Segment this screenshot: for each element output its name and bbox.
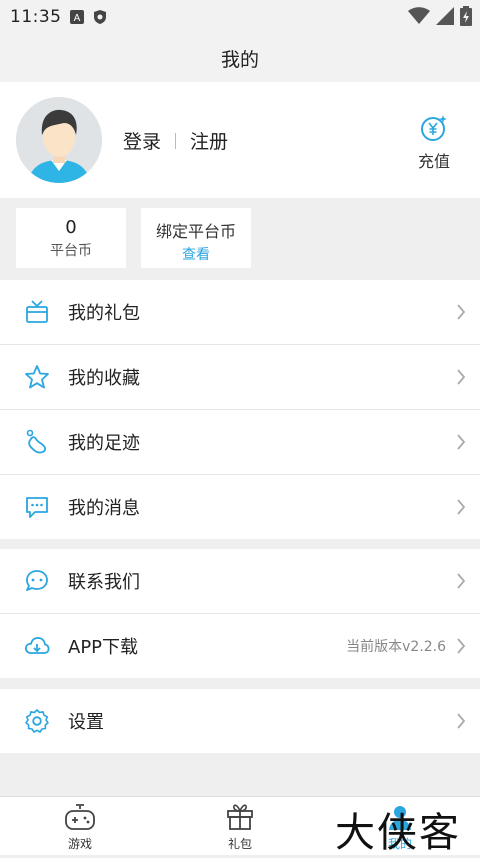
- register-link[interactable]: 注册: [190, 127, 228, 154]
- coin-label: 平台币: [50, 243, 92, 259]
- balance-cards: 0 平台币 绑定平台币 查看: [0, 198, 480, 280]
- wifi-icon: [408, 7, 430, 29]
- menu-item-footprints[interactable]: 我的足迹: [0, 410, 480, 475]
- menu-item-label: 我的足迹: [68, 433, 140, 454]
- page-title: 我的: [220, 48, 259, 71]
- menu-item-label: 我的消息: [68, 498, 140, 519]
- chevron-right-icon: [456, 573, 466, 593]
- footprint-icon: [24, 429, 50, 455]
- menu-item-label: 设置: [68, 712, 104, 733]
- menu-group-personal: 我的礼包 我的收藏 我的足迹 我的消息: [0, 280, 480, 539]
- auth-divider: [175, 132, 177, 149]
- profile-panel: 登录 注册 充值: [0, 82, 480, 198]
- cloud-download-icon: [24, 633, 50, 659]
- settings-icon: [24, 708, 50, 734]
- svg-text:A: A: [73, 13, 80, 24]
- menu-group-support: 联系我们 APP下载 当前版本v2.2.6: [0, 549, 480, 678]
- message-icon: [24, 494, 50, 520]
- chevron-right-icon: [456, 304, 466, 324]
- chevron-right-icon: [456, 638, 466, 658]
- tab-label: 礼包: [227, 837, 252, 851]
- shield-icon: [92, 9, 108, 25]
- gamepad-icon: [64, 803, 96, 835]
- star-icon: [24, 364, 50, 390]
- tab-label: 游戏: [67, 837, 92, 851]
- login-link[interactable]: 登录: [123, 127, 161, 154]
- yen-icon: [420, 115, 448, 146]
- menu-item-gifts[interactable]: 我的礼包: [0, 280, 480, 345]
- gift-icon: [24, 299, 50, 325]
- auth-links: 登录 注册: [123, 127, 228, 154]
- a-icon: A: [69, 10, 84, 24]
- avatar[interactable]: [16, 97, 102, 183]
- bind-coin-view-link[interactable]: 查看: [141, 244, 251, 264]
- chat-icon: [24, 568, 50, 594]
- menu-item-favorites[interactable]: 我的收藏: [0, 345, 480, 410]
- chevron-right-icon: [456, 434, 466, 454]
- avatar-illustration: [16, 97, 102, 183]
- recharge-button[interactable]: 充值: [412, 114, 456, 172]
- status-time: 11:35: [10, 7, 62, 27]
- chevron-right-icon: [456, 713, 466, 733]
- menu-item-label: 我的礼包: [68, 303, 140, 324]
- bind-coin-label: 绑定平台币: [155, 222, 236, 241]
- page-header: 我的: [0, 34, 480, 82]
- menu-group-settings: 设置: [0, 689, 480, 753]
- status-bar: 11:35 A: [0, 0, 480, 34]
- bind-coin-card[interactable]: 绑定平台币 查看: [141, 208, 251, 268]
- menu-item-settings[interactable]: 设置: [0, 689, 480, 753]
- app-version-text: 当前版本v2.2.6: [346, 639, 446, 655]
- gift-icon: [224, 803, 256, 835]
- chevron-right-icon: [456, 369, 466, 389]
- coin-value: 0: [65, 217, 77, 238]
- menu-item-label: 联系我们: [68, 572, 140, 593]
- menu-item-app-download[interactable]: APP下载 当前版本v2.2.6: [0, 614, 480, 678]
- battery-icon: [460, 6, 472, 30]
- recharge-label: 充值: [417, 152, 450, 171]
- tab-gifts[interactable]: 礼包: [200, 797, 280, 855]
- menu-item-label: 我的收藏: [68, 368, 140, 389]
- menu-item-messages[interactable]: 我的消息: [0, 475, 480, 539]
- menu-item-label: APP下载: [68, 637, 139, 658]
- menu-item-contact[interactable]: 联系我们: [0, 549, 480, 614]
- tab-games[interactable]: 游戏: [40, 797, 120, 855]
- signal-icon: [436, 7, 454, 29]
- chevron-right-icon: [456, 499, 466, 519]
- watermark-logo: 大侠客: [335, 810, 461, 856]
- coin-card[interactable]: 0 平台币: [16, 208, 126, 268]
